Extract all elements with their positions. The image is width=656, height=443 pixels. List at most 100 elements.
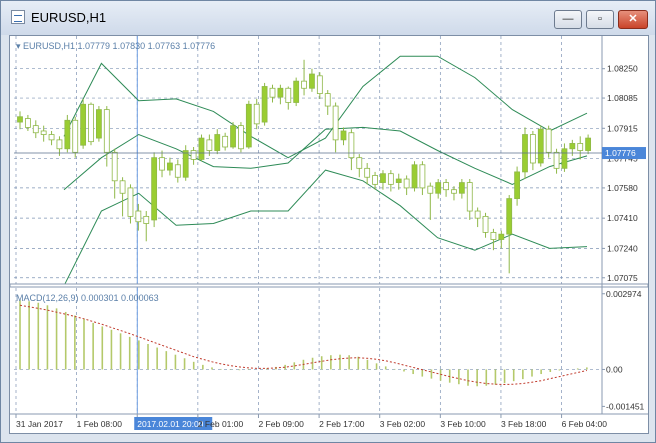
candle-bullish (340, 130, 347, 141)
candle-bullish (458, 182, 465, 194)
chart-window: EURUSD,H1 — ▫ ✕ ▾ EURUSD,H1 1.07779 1.07… (0, 0, 656, 443)
candle-bearish (451, 189, 457, 194)
time-axis: 31 Jan 2017 1 Feb 08:00 2017.02.01 20:002 … (15, 414, 608, 430)
candle-bullish (198, 137, 205, 160)
macd-level-label: 0.002974 (606, 289, 642, 299)
candle-bearish (119, 180, 126, 194)
price-level-label: 1.08085 (607, 93, 638, 103)
candle-bearish (48, 134, 55, 141)
candle-bullish (96, 109, 102, 139)
price-level-label: 1.08250 (607, 64, 638, 74)
candle-bullish (514, 171, 520, 199)
candle-bearish (143, 215, 150, 224)
candle-bullish (585, 137, 592, 151)
close-icon: ✕ (628, 13, 638, 25)
candle-bullish (537, 128, 544, 164)
highlighted-time-label: 2017.02.01 20:00 (137, 419, 203, 429)
candle-bearish (577, 143, 584, 151)
chart-canvas[interactable]: ▾ EURUSD,H1 1.07779 1.07830 1.07763 1.07… (9, 36, 649, 433)
candle-bearish (364, 167, 371, 178)
axes (9, 36, 649, 415)
candle-bearish (127, 187, 134, 217)
candle-bearish (40, 130, 47, 135)
candle-bearish (285, 87, 292, 103)
bollinger-bands (63, 55, 588, 287)
candle-bearish (222, 135, 229, 148)
candle-bearish (482, 215, 489, 233)
candle-bearish (32, 125, 39, 134)
minimize-button[interactable]: — (554, 10, 582, 29)
candle-bearish (88, 103, 94, 143)
candle-bearish (72, 119, 79, 153)
candle-bullish (245, 103, 252, 148)
restore-icon: ▫ (598, 13, 602, 25)
current-price-label: 1.07776 (605, 148, 636, 158)
chart-area[interactable]: ▾ EURUSD,H1 1.07779 1.07830 1.07763 1.07… (9, 35, 649, 434)
candle-bullish (167, 162, 173, 171)
candle-bearish (332, 105, 339, 141)
candle-bearish (474, 210, 481, 219)
pane-separator (9, 283, 649, 288)
candle-bullish (17, 116, 23, 123)
candle-bullish (435, 182, 442, 194)
candle-bullish (411, 164, 418, 189)
candle-bearish (443, 182, 449, 191)
macd-histogram (19, 300, 588, 387)
candle-bearish (427, 185, 434, 194)
price-level-label: 1.07075 (607, 273, 638, 283)
candle-bullish (261, 86, 268, 123)
candle-bullish (395, 178, 402, 183)
macd-signal-line (19, 304, 588, 386)
candle-bearish (316, 75, 323, 95)
candle-bearish (348, 132, 355, 159)
candle-bullish (277, 87, 284, 98)
candlesticks (17, 59, 592, 274)
time-label: 3 Feb 02:00 (380, 419, 426, 429)
price-level-label: 1.07240 (607, 243, 638, 253)
minimize-icon: — (562, 13, 574, 25)
candle-bearish (545, 128, 552, 153)
candle-bullish (214, 134, 221, 151)
candle-bullish (293, 80, 300, 103)
candle-bearish (103, 109, 110, 153)
time-label: 6 Feb 04:00 (562, 419, 608, 429)
chart-window-icon (11, 10, 25, 24)
candle-bearish (24, 118, 31, 128)
restore-button[interactable]: ▫ (586, 10, 614, 29)
candle-bullish (230, 125, 236, 148)
macd-header: MACD(12,26,9) 0.000301 0.000063 (16, 293, 159, 303)
time-label: 31 Jan 2017 (16, 419, 63, 429)
candle-bearish (238, 125, 244, 150)
candle-bullish (506, 198, 513, 235)
candle-bearish (135, 210, 142, 223)
candle-bearish (529, 134, 536, 164)
time-label: 3 Feb 10:00 (440, 419, 486, 429)
window-title: EURUSD,H1 (31, 10, 107, 25)
candle-bearish (190, 150, 197, 160)
close-button[interactable]: ✕ (618, 10, 648, 29)
band-upper (63, 55, 588, 159)
candle-bearish (159, 157, 165, 171)
candle-bearish (356, 157, 363, 169)
candle-bullish (561, 148, 568, 169)
candle-bearish (324, 93, 331, 107)
time-label: 2 Feb 01:00 (198, 419, 244, 429)
candle-bullish (64, 119, 71, 150)
time-label: 3 Feb 18:00 (501, 419, 547, 429)
candle-bullish (80, 103, 87, 146)
candle-bearish (253, 103, 260, 125)
time-label: 2 Feb 09:00 (258, 419, 304, 429)
macd-scale: 0.002974 0.00 -0.001451 (602, 289, 645, 411)
price-level-label: 1.07410 (607, 213, 638, 223)
macd-level-label: 0.00 (606, 364, 623, 374)
candle-bullish (182, 150, 189, 178)
candle-bearish (206, 139, 213, 151)
price-chart-header: ▾ EURUSD,H1 1.07779 1.07830 1.07763 1.07… (16, 41, 215, 51)
title-bar[interactable]: EURUSD,H1 — ▫ ✕ (1, 1, 655, 35)
candle-bearish (553, 151, 560, 169)
candle-bullish (151, 157, 158, 221)
candle-bearish (419, 164, 426, 189)
candle-bullish (498, 233, 505, 240)
candle-bearish (111, 151, 118, 182)
candle-bullish (380, 173, 386, 183)
